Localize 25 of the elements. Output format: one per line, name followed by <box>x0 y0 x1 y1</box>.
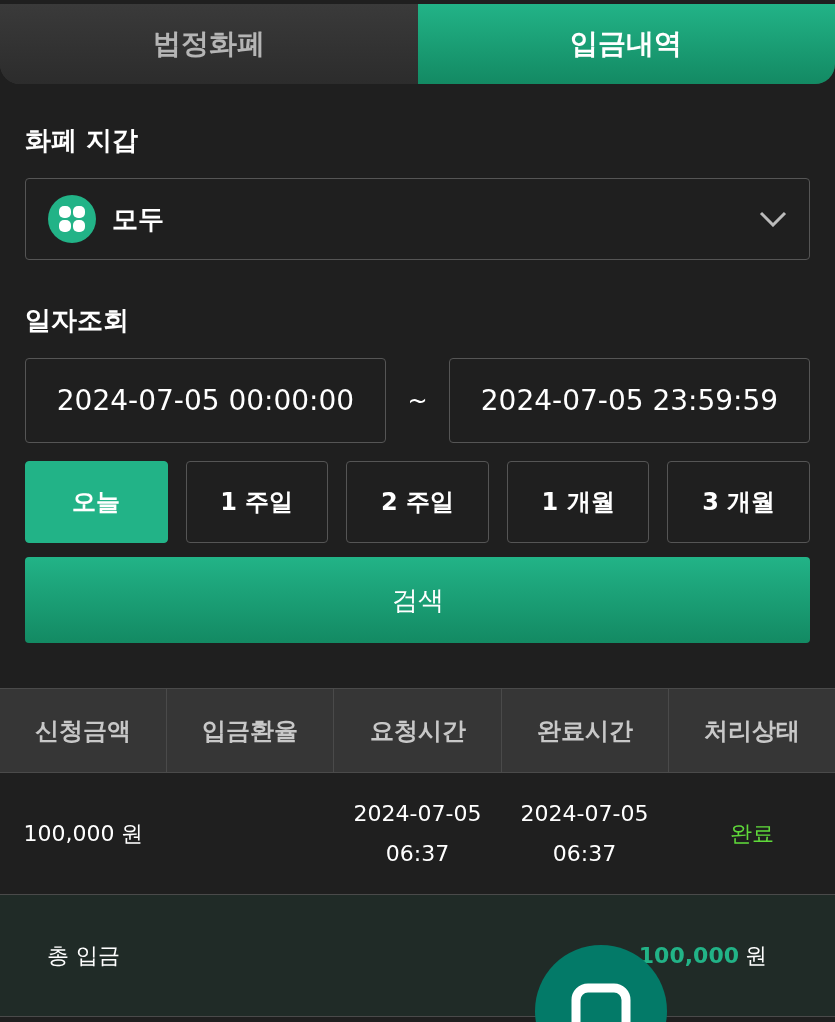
column-header: 요청시간 <box>333 689 501 772</box>
table-cell-text: 2024-07-05 06:37 <box>520 799 649 868</box>
total-label: 총 입금 <box>47 942 120 970</box>
start-date-field[interactable]: 2024-07-05 00:00:00 <box>25 358 386 443</box>
end-date-field[interactable]: 2024-07-05 23:59:59 <box>449 358 810 443</box>
column-header: 신청금액 <box>34 715 133 747</box>
column-header: 완료시간 <box>500 689 668 772</box>
status-text: 완료 <box>729 820 774 848</box>
currency-unit: 원 <box>745 942 767 970</box>
column-header: 처리상태 <box>667 689 835 772</box>
total-amount: 100,000 <box>638 942 739 970</box>
period-button[interactable]: 2 주일 <box>346 461 489 543</box>
chevron-down-icon <box>759 211 787 227</box>
wallet-dropdown[interactable]: 모두 <box>25 178 810 260</box>
period-button[interactable]: 1 개월 <box>506 461 650 543</box>
table-cell-text: 100,000 원 <box>23 820 144 848</box>
section-label: 일자조회 <box>25 304 130 337</box>
table-cell-text: 2024-07-05 06:37 <box>353 799 482 868</box>
column-header: 입금환율 <box>166 689 334 772</box>
section-label: 화폐 지갑 <box>25 124 140 157</box>
period-button[interactable]: 1 주일 <box>185 461 329 543</box>
range-separator: ~ <box>406 385 429 417</box>
period-button[interactable]: 3 개월 <box>667 461 810 543</box>
grid-icon <box>48 195 96 243</box>
tab[interactable]: 법정화폐 <box>0 4 418 84</box>
